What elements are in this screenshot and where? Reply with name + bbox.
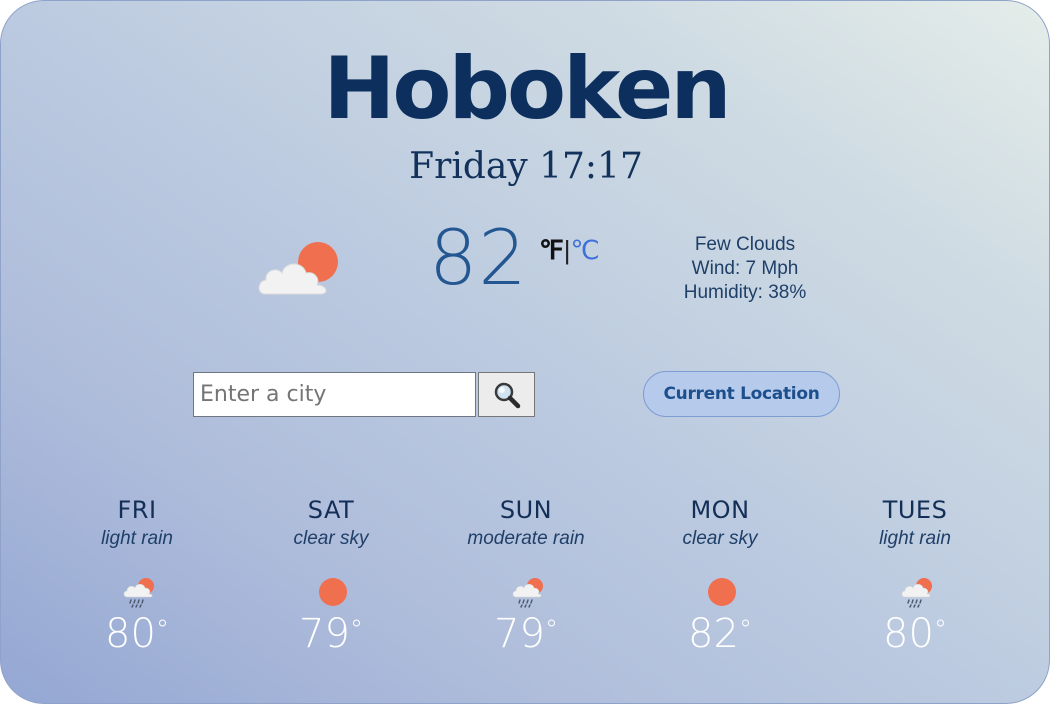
forecast-temperature: 80° (883, 611, 947, 657)
forecast-day-name: SUN (499, 496, 553, 524)
fahrenheit-link[interactable]: ℉ (539, 235, 564, 265)
rain-icon (512, 578, 543, 608)
wind-speed: Wind: 7 Mph (691, 258, 799, 279)
unit-toggle: ℉|℃ (539, 234, 600, 266)
search-icon (494, 382, 520, 408)
search-button[interactable] (478, 372, 535, 417)
celsius-link[interactable]: ℃ (571, 235, 600, 265)
few-clouds-icon (258, 242, 338, 295)
forecast: FRI light rain 80° SAT clear sky 79° SUN (1, 493, 1049, 673)
city-name: Hoboken (323, 39, 731, 139)
forecast-day: TUES light rain 80° (820, 493, 1010, 657)
forecast-description: light rain (879, 528, 951, 549)
date-time: Friday 17:17 (409, 146, 643, 187)
forecast-day: SUN moderate rain 79° (431, 493, 621, 657)
forecast-description: moderate rain (467, 528, 585, 549)
weather-description: Few Clouds (694, 234, 796, 255)
weather-app: Hoboken Friday 17:17 82 ℉|℃ Few Clouds W… (0, 0, 1050, 704)
forecast-day: SAT clear sky 79° (236, 493, 426, 657)
forecast-description: light rain (101, 528, 173, 549)
weather-details: Few Clouds Wind: 7 Mph Humidity: 38% (661, 233, 829, 305)
forecast-temperature: 79° (299, 611, 363, 657)
current-location-button[interactable]: Current Location (643, 371, 840, 417)
humidity: Humidity: 38% (683, 282, 807, 303)
sun-icon (319, 578, 347, 606)
sun-icon (708, 578, 736, 606)
forecast-day-name: TUES (882, 496, 948, 524)
forecast-temperature: 82° (688, 611, 752, 657)
unit-separator: | (563, 235, 571, 265)
forecast-day-name: SAT (307, 496, 355, 524)
city-search-input[interactable] (193, 372, 476, 417)
current-temperature: 82 (429, 213, 528, 302)
forecast-description: clear sky (682, 528, 758, 549)
forecast-temperature: 79° (494, 611, 558, 657)
forecast-day: FRI light rain 80° (42, 493, 232, 657)
forecast-description: clear sky (293, 528, 369, 549)
forecast-day: MON clear sky 82° (625, 493, 815, 657)
rain-icon (123, 578, 154, 608)
forecast-temperature: 80° (105, 611, 169, 657)
forecast-day-name: FRI (117, 496, 157, 524)
forecast-day-name: MON (690, 496, 750, 524)
rain-icon (901, 578, 932, 608)
